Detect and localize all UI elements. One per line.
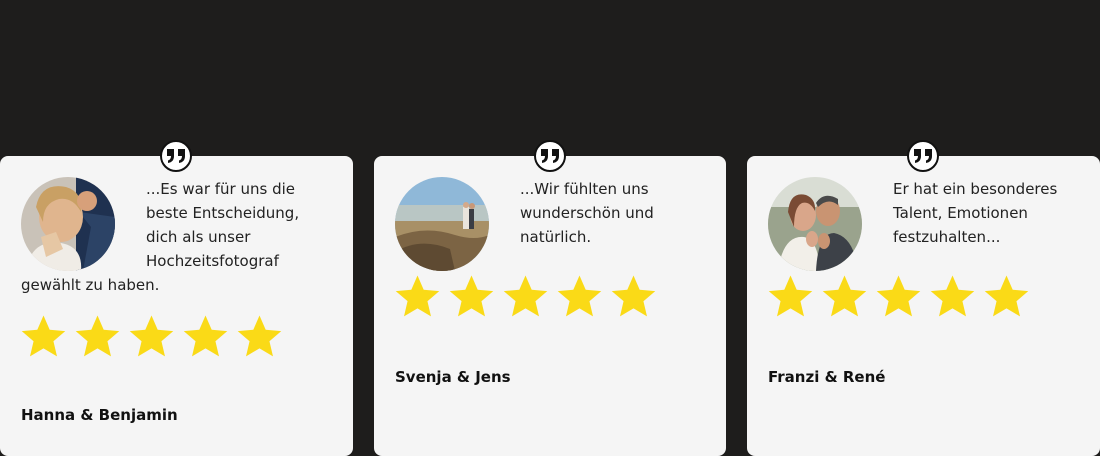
avatar bbox=[395, 177, 489, 271]
quote-icon bbox=[160, 140, 192, 172]
star-icon bbox=[237, 315, 282, 357]
star-rating bbox=[768, 274, 1029, 319]
star-icon bbox=[557, 275, 602, 317]
star-icon bbox=[611, 275, 656, 317]
star-icon bbox=[822, 275, 867, 317]
star-icon bbox=[75, 315, 120, 357]
star-icon bbox=[183, 315, 228, 357]
testimonial-card: ...Wir fühlten uns wunderschön und natür… bbox=[374, 140, 726, 456]
quote-icon bbox=[534, 140, 566, 172]
testimonial-card: Er hat ein besonderes Talent, Emotionen … bbox=[747, 140, 1100, 456]
testimonial-author: Hanna & Benjamin bbox=[21, 406, 178, 424]
testimonial-author: Svenja & Jens bbox=[395, 368, 511, 386]
star-rating bbox=[395, 274, 656, 319]
star-icon bbox=[930, 275, 975, 317]
testimonial-author: Franzi & René bbox=[768, 368, 886, 386]
star-rating bbox=[21, 314, 282, 359]
star-icon bbox=[768, 275, 813, 317]
quote-icon bbox=[907, 140, 939, 172]
star-icon bbox=[449, 275, 494, 317]
star-icon bbox=[129, 315, 174, 357]
testimonial-quote: ...Wir fühlten uns wunderschön und natür… bbox=[520, 180, 654, 246]
star-icon bbox=[984, 275, 1029, 317]
testimonial-card: ...Es war für uns die beste Entscheidung… bbox=[0, 140, 353, 456]
star-icon bbox=[21, 315, 66, 357]
testimonial-quote: Er hat ein besonderes Talent, Emotionen … bbox=[893, 180, 1058, 246]
star-icon bbox=[503, 275, 548, 317]
avatar bbox=[768, 177, 862, 271]
avatar bbox=[21, 177, 115, 271]
star-icon bbox=[395, 275, 440, 317]
star-icon bbox=[876, 275, 921, 317]
